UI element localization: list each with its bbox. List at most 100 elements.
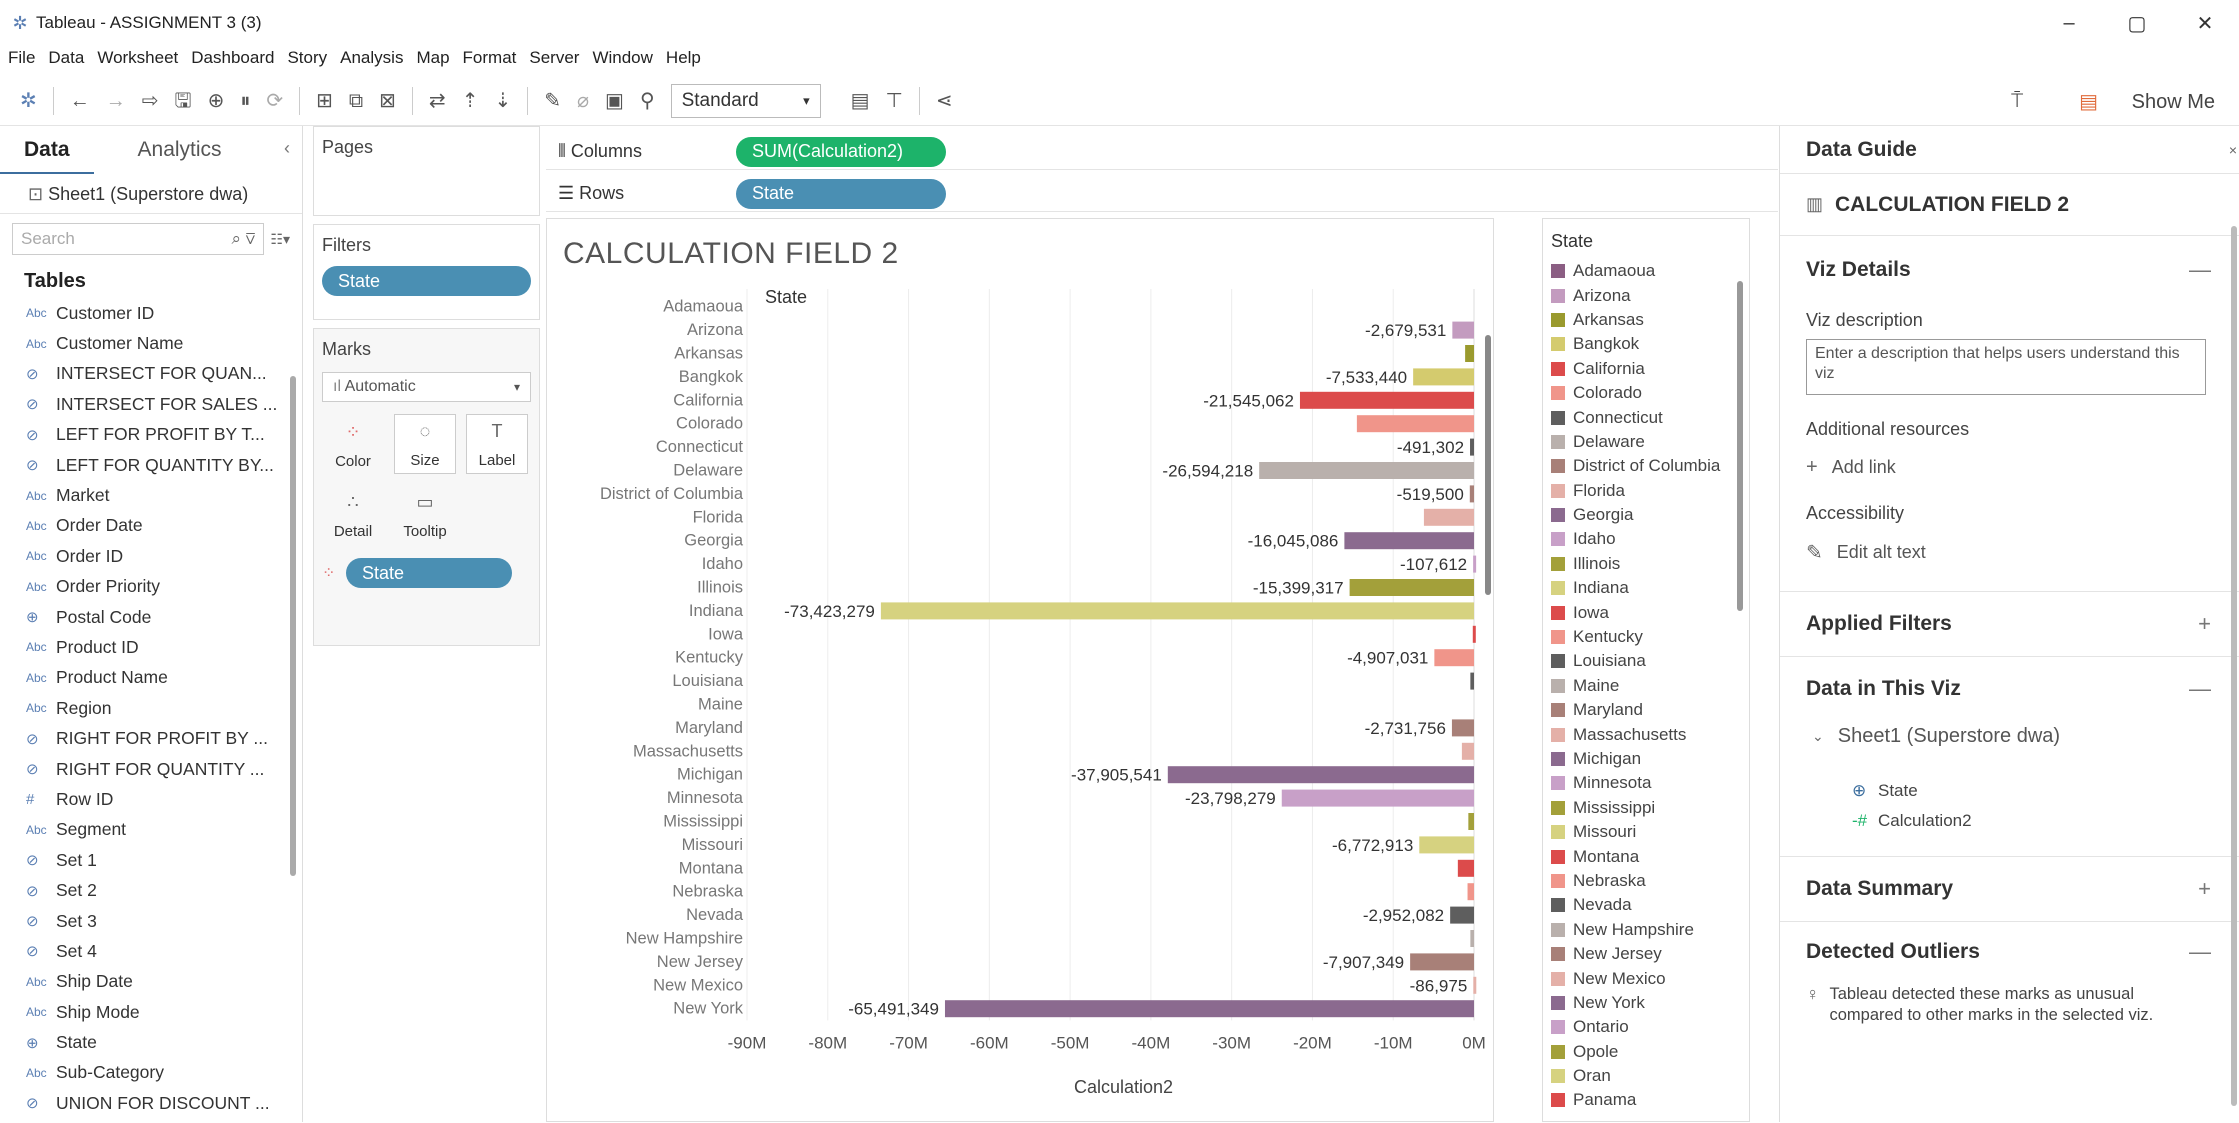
field-item[interactable]: Abc Ship Mode	[0, 997, 302, 1027]
legend-item[interactable]: Mississippi	[1543, 796, 1749, 820]
legend-item[interactable]: Arizona	[1543, 283, 1749, 307]
field-item[interactable]: Abc Region	[0, 693, 302, 723]
menu-window[interactable]: Window	[592, 44, 652, 72]
field-item[interactable]: ⊘ INTERSECT FOR SALES ...	[0, 389, 302, 419]
field-item[interactable]: Abc Order Priority	[0, 572, 302, 602]
columns-shelf[interactable]: ⦀ Columns SUM(Calculation2)	[546, 134, 1778, 170]
search-input[interactable]: Search ⌕ ⊽	[12, 223, 265, 255]
legend-item[interactable]: Panama	[1543, 1088, 1749, 1112]
tab-analytics[interactable]: Analytics	[114, 126, 246, 174]
field-list-scrollbar[interactable]	[290, 376, 296, 876]
legend-item[interactable]: Montana	[1543, 844, 1749, 868]
filter-pill-state[interactable]: State	[322, 266, 531, 296]
field-item[interactable]: ⊘ INTERSECT FOR QUAN...	[0, 359, 302, 389]
detail-button[interactable]: ∴ Detail	[322, 484, 384, 544]
rows-pill[interactable]: State	[736, 178, 946, 209]
menu-format[interactable]: Format	[463, 44, 517, 72]
clear-sheet-icon[interactable]: ⊠	[379, 76, 396, 126]
new-datasource-icon[interactable]: ⊕	[208, 76, 225, 126]
legend-item[interactable]: Iowa	[1543, 600, 1749, 624]
rows-shelf[interactable]: ☰ Rows State	[546, 176, 1778, 212]
presentation-mode-icon[interactable]: ⊤	[886, 76, 903, 126]
expand-icon[interactable]: +	[2198, 611, 2211, 637]
ask-data-icon[interactable]: ⍑	[2011, 90, 2023, 113]
guide-scrollbar[interactable]	[2231, 226, 2237, 1106]
new-worksheet-icon[interactable]: ⊞	[316, 76, 333, 126]
bar[interactable]	[1467, 883, 1474, 901]
sort-ascending-icon[interactable]: ⇡	[462, 76, 479, 126]
minimize-button[interactable]: –	[2035, 0, 2103, 46]
field-item[interactable]: # Row ID	[0, 784, 302, 814]
tableau-home-icon[interactable]: ✲	[20, 76, 37, 126]
highlight-icon[interactable]: ✎	[544, 76, 561, 126]
tab-data[interactable]: Data	[0, 126, 94, 174]
edit-alt-text-button[interactable]: ✎ Edit alt text	[1780, 540, 2239, 565]
bar[interactable]	[1344, 532, 1474, 550]
field-item[interactable]: ⊘ UNION FOR DISCOUNT ...	[0, 1088, 302, 1118]
legend-item[interactable]: District of Columbia	[1543, 454, 1749, 478]
bar[interactable]	[1299, 391, 1474, 409]
legend-item[interactable]: Kentucky	[1543, 625, 1749, 649]
pages-card[interactable]: Pages	[313, 126, 540, 216]
collapse-pane-icon[interactable]: ‹	[284, 138, 290, 159]
menu-worksheet[interactable]: Worksheet	[97, 44, 178, 72]
bar[interactable]	[944, 1000, 1474, 1018]
field-item[interactable]: ⊘ LEFT FOR PROFIT BY T...	[0, 420, 302, 450]
field-item[interactable]: Abc Customer ID	[0, 298, 302, 328]
fit-dropdown[interactable]: Standard ▾	[670, 83, 821, 118]
legend-item[interactable]: California	[1543, 357, 1749, 381]
legend-item[interactable]: Ontario	[1543, 1015, 1749, 1039]
columns-pill[interactable]: SUM(Calculation2)	[736, 136, 946, 167]
legend-item[interactable]: Michigan	[1543, 747, 1749, 771]
collapse-icon[interactable]: —	[2189, 939, 2211, 965]
detected-outliers-section[interactable]: Detected Outliers —	[1780, 922, 2239, 982]
legend-item[interactable]: Missouri	[1543, 820, 1749, 844]
legend-item[interactable]: Opole	[1543, 1040, 1749, 1064]
bar[interactable]	[1349, 579, 1474, 596]
show-me-button[interactable]: ▤ Show Me	[2051, 89, 2215, 114]
menu-file[interactable]: File	[8, 44, 35, 72]
legend-item[interactable]: Massachusetts	[1543, 722, 1749, 746]
undo-icon[interactable]: ←	[70, 76, 90, 126]
field-item[interactable]: Abc Sub-Category	[0, 1058, 302, 1088]
bar[interactable]	[1410, 953, 1474, 971]
tooltip-button[interactable]: ▭ Tooltip	[394, 484, 456, 544]
legend-item[interactable]: Georgia	[1543, 503, 1749, 527]
bar[interactable]	[1473, 976, 1477, 994]
pin-icon[interactable]: ⚲	[640, 76, 655, 126]
menu-map[interactable]: Map	[416, 44, 449, 72]
swap-rows-columns-icon[interactable]: ⇄	[429, 76, 446, 126]
close-button[interactable]: ✕	[2171, 0, 2239, 46]
field-item[interactable]: ⊘ Set 1	[0, 845, 302, 875]
close-guide-icon[interactable]: ×	[2229, 126, 2237, 174]
collapse-icon[interactable]: —	[2189, 676, 2211, 702]
legend-item[interactable]: New Mexico	[1543, 966, 1749, 990]
data-in-viz-section[interactable]: Data in This Viz —	[1780, 657, 2239, 721]
bar[interactable]	[1472, 625, 1476, 643]
menu-data[interactable]: Data	[48, 44, 84, 72]
duplicate-sheet-icon[interactable]: ⧉	[349, 76, 363, 126]
field-item[interactable]: ⊘ RIGHT FOR PROFIT BY ...	[0, 723, 302, 753]
bar[interactable]	[1452, 321, 1474, 339]
bar[interactable]	[1470, 672, 1474, 690]
field-item[interactable]: Abc Order ID	[0, 541, 302, 571]
legend-scrollbar[interactable]	[1737, 281, 1743, 611]
size-button[interactable]: ◌ Size	[394, 414, 456, 474]
field-item[interactable]: Abc Customer Name	[0, 328, 302, 358]
mark-type-dropdown[interactable]: ıl Automatic ▾	[322, 372, 531, 402]
legend-item[interactable]: Delaware	[1543, 430, 1749, 454]
legend-item[interactable]: Maryland	[1543, 698, 1749, 722]
bar[interactable]	[1419, 836, 1474, 854]
legend-item[interactable]: New Jersey	[1543, 942, 1749, 966]
legend-item[interactable]: Louisiana	[1543, 649, 1749, 673]
legend-item[interactable]: Oran	[1543, 1064, 1749, 1088]
legend-item[interactable]: Nevada	[1543, 893, 1749, 917]
legend-item[interactable]: Nebraska	[1543, 869, 1749, 893]
group-icon[interactable]: ⌀	[577, 76, 589, 126]
menu-analysis[interactable]: Analysis	[340, 44, 403, 72]
legend-item[interactable]: Connecticut	[1543, 405, 1749, 429]
data-summary-section[interactable]: Data Summary +	[1780, 857, 2239, 921]
bar[interactable]	[1461, 742, 1474, 760]
legend-item[interactable]: Indiana	[1543, 576, 1749, 600]
field-item[interactable]: Abc Segment	[0, 815, 302, 845]
